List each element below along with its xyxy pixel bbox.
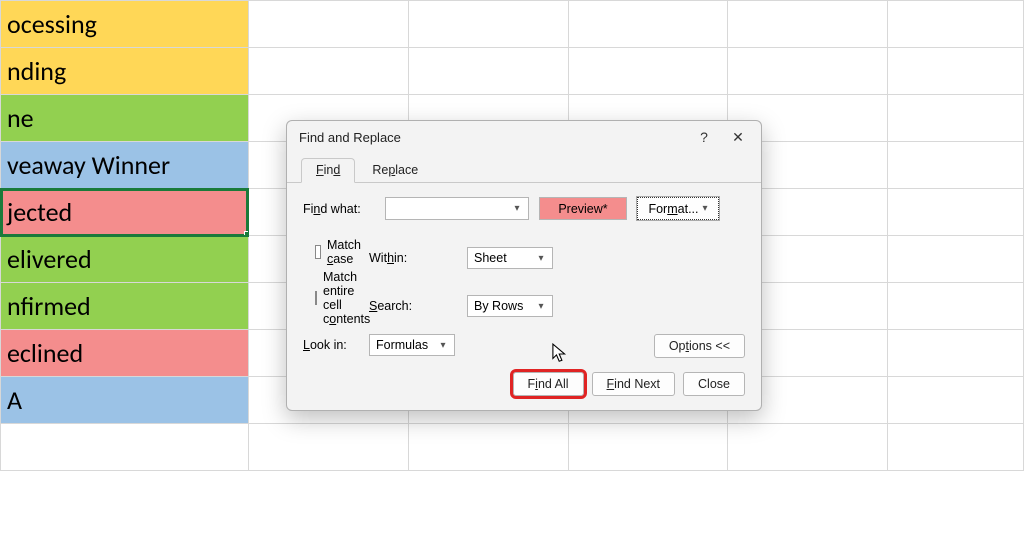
cell-e1[interactable] <box>728 1 888 48</box>
cell-a1[interactable]: ocessing <box>1 1 249 48</box>
tab-strip: Find Replace <box>287 157 761 183</box>
cell-f5[interactable] <box>888 189 1024 236</box>
cell-c10[interactable] <box>408 424 568 471</box>
cell-a9[interactable]: A <box>1 377 249 424</box>
find-all-button[interactable]: Find All <box>513 372 584 396</box>
dialog-title: Find and Replace <box>299 130 687 145</box>
cell-d10[interactable] <box>568 424 728 471</box>
cell-a8[interactable]: eclined <box>1 330 249 377</box>
cell-b10[interactable] <box>248 424 408 471</box>
dialog-buttons: Find All Find Next Close <box>303 372 745 396</box>
chevron-down-icon[interactable]: ▾ <box>534 253 548 264</box>
cell-b2[interactable] <box>248 48 408 95</box>
tab-find-d: d <box>333 163 340 177</box>
cell-f2[interactable] <box>888 48 1024 95</box>
cell-c1[interactable] <box>408 1 568 48</box>
cell-a4[interactable]: veaway Winner <box>1 142 249 189</box>
find-next-button[interactable]: Find Next <box>592 372 676 396</box>
search-select[interactable]: By Rows ▾ <box>467 295 553 317</box>
cell-b1[interactable] <box>248 1 408 48</box>
tab-replace-p: p <box>388 163 395 177</box>
tab-find-rest: in <box>324 163 334 177</box>
cell-a7[interactable]: nfirmed <box>1 283 249 330</box>
cell-a5[interactable]: jected <box>1 189 249 236</box>
match-case-label: Match case <box>327 238 361 266</box>
cell-f1[interactable] <box>888 1 1024 48</box>
cell-a10[interactable] <box>1 424 249 471</box>
search-value: By Rows <box>474 299 534 313</box>
cell-a3[interactable]: ne <box>1 95 249 142</box>
lookin-value: Formulas <box>376 338 436 352</box>
match-entire-checkbox[interactable] <box>315 291 317 305</box>
tab-find[interactable]: Find <box>301 158 355 183</box>
chevron-down-icon[interactable]: ▾ <box>510 203 524 214</box>
cell-f10[interactable] <box>888 424 1024 471</box>
format-button[interactable]: Format... ▾ <box>637 197 719 220</box>
search-label: Search: <box>369 299 459 313</box>
within-label: Within: <box>369 251 459 265</box>
help-button[interactable]: ? <box>687 125 721 149</box>
cell-f4[interactable] <box>888 142 1024 189</box>
cell-f8[interactable] <box>888 330 1024 377</box>
match-case-checkbox[interactable] <box>315 245 321 259</box>
cell-d2[interactable] <box>568 48 728 95</box>
lookin-select[interactable]: Formulas ▾ <box>369 334 455 356</box>
within-select[interactable]: Sheet ▾ <box>467 247 553 269</box>
tab-find-underline: F <box>316 163 324 177</box>
chevron-down-icon[interactable]: ▾ <box>702 203 707 214</box>
match-entire-row: Match entire cell contents <box>315 270 361 326</box>
cell-f6[interactable] <box>888 236 1024 283</box>
cell-f3[interactable] <box>888 95 1024 142</box>
cell-e2[interactable] <box>728 48 888 95</box>
cell-a2[interactable]: nding <box>1 48 249 95</box>
dialog-body: Find what: ▾ Preview* Format... ▾ Within… <box>287 183 761 410</box>
fill-handle[interactable] <box>244 231 249 236</box>
dialog-titlebar[interactable]: Find and Replace ? ✕ <box>287 121 761 153</box>
cell-f9[interactable] <box>888 377 1024 424</box>
cell-a6[interactable]: elivered <box>1 236 249 283</box>
format-preview: Preview* <box>539 197 627 220</box>
close-button[interactable]: Close <box>683 372 745 396</box>
tab-replace[interactable]: Replace <box>357 158 433 183</box>
chevron-down-icon[interactable]: ▾ <box>436 340 450 351</box>
lookin-label: Look in: <box>303 338 361 352</box>
format-button-label: Format... <box>648 202 698 216</box>
options-button[interactable]: Options << <box>654 334 745 358</box>
within-value: Sheet <box>474 251 534 265</box>
close-icon[interactable]: ✕ <box>721 125 755 149</box>
cell-e10[interactable] <box>728 424 888 471</box>
cell-c2[interactable] <box>408 48 568 95</box>
cell-d1[interactable] <box>568 1 728 48</box>
find-what-row: Find what: ▾ Preview* Format... ▾ <box>303 197 745 220</box>
find-replace-dialog: Find and Replace ? ✕ Find Replace Find w… <box>286 120 762 411</box>
find-what-input[interactable]: ▾ <box>385 197 529 220</box>
match-entire-label: Match entire cell contents <box>323 270 370 326</box>
chevron-down-icon[interactable]: ▾ <box>534 301 548 312</box>
find-what-label: Find what: <box>303 202 375 216</box>
match-case-row: Match case <box>315 238 361 266</box>
cell-f7[interactable] <box>888 283 1024 330</box>
